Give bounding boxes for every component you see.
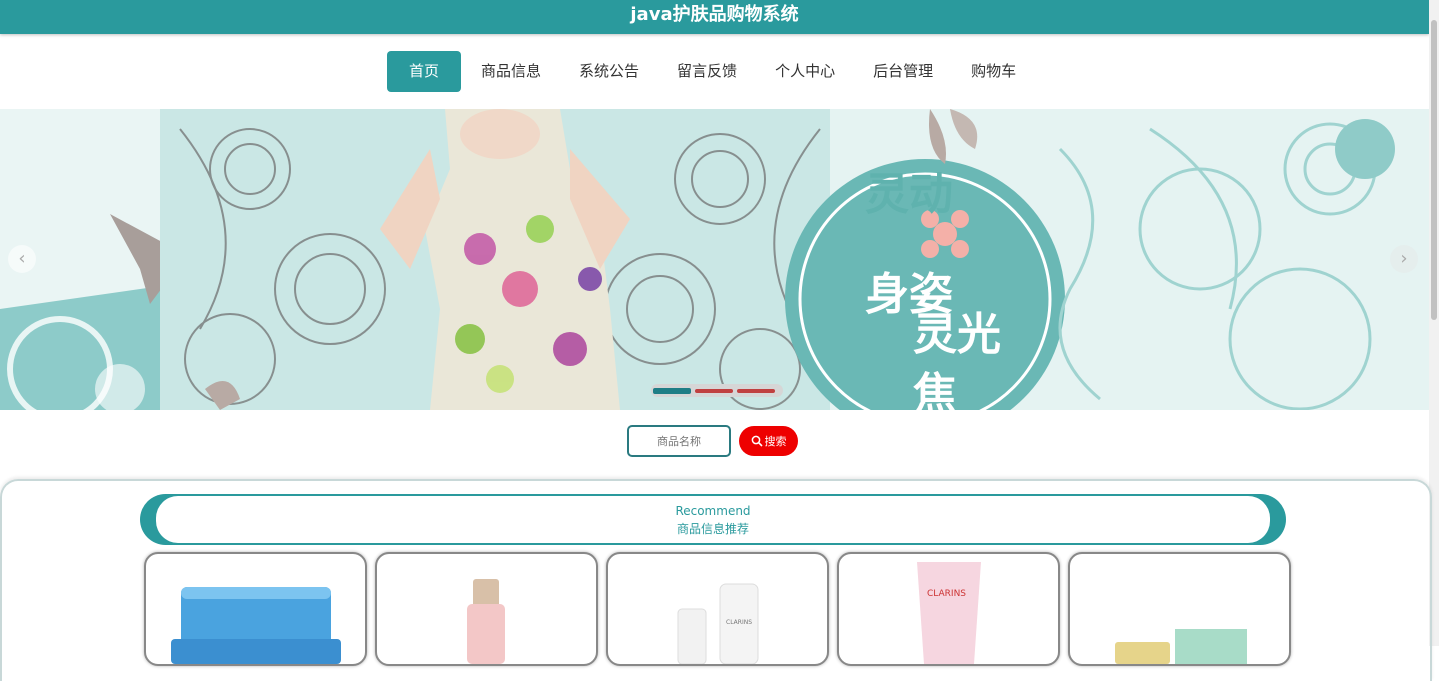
nav-item-products[interactable]: 商品信息 bbox=[463, 51, 559, 92]
header-bar: java护肤品购物系统 bbox=[0, 0, 1429, 34]
main-nav: 首页 商品信息 系统公告 留言反馈 个人中心 后台管理 购物车 bbox=[387, 51, 1036, 92]
svg-text:CLARINS: CLARINS bbox=[726, 619, 752, 626]
search-icon bbox=[751, 435, 763, 447]
product-card[interactable] bbox=[1068, 552, 1291, 666]
product-card[interactable]: CLARINS bbox=[837, 552, 1060, 666]
svg-text:CLARINS: CLARINS bbox=[927, 589, 966, 599]
banner-text-4: 焦 bbox=[913, 369, 957, 410]
banner-image: 灵动 身姿 灵光 焦 bbox=[0, 109, 1429, 410]
recommend-title-en: Recommend bbox=[675, 504, 751, 518]
pink-bottle-product-image bbox=[467, 579, 505, 664]
product-card[interactable] bbox=[375, 552, 598, 666]
recommend-header-inner: Recommend 商品信息推荐 bbox=[156, 496, 1270, 543]
nav-item-cart[interactable]: 购物车 bbox=[953, 51, 1034, 92]
product-card[interactable] bbox=[144, 552, 367, 666]
nav-item-profile[interactable]: 个人中心 bbox=[757, 51, 853, 92]
carousel-dot-1[interactable] bbox=[653, 387, 691, 394]
search-input[interactable] bbox=[627, 425, 731, 457]
white-bottles-product-image: CLARINS bbox=[677, 583, 759, 664]
chevron-right-icon: › bbox=[1400, 248, 1408, 269]
scrollbar-thumb[interactable] bbox=[1431, 20, 1437, 320]
chevron-left-icon: ‹ bbox=[18, 248, 26, 269]
search-button[interactable]: 搜索 bbox=[739, 426, 798, 456]
carousel-indicators bbox=[651, 384, 783, 397]
product-list: CLARINS CLARINS bbox=[144, 552, 1299, 666]
carousel-dot-2[interactable] bbox=[695, 388, 733, 393]
carousel-dot-3[interactable] bbox=[737, 388, 775, 393]
banner-carousel[interactable]: 灵动 身姿 灵光 焦 bbox=[0, 109, 1429, 410]
search-button-label: 搜索 bbox=[764, 435, 787, 448]
recommend-header: Recommend 商品信息推荐 bbox=[140, 494, 1286, 545]
recommend-title-cn: 商品信息推荐 bbox=[676, 522, 749, 536]
nav-item-announcements[interactable]: 系统公告 bbox=[561, 51, 657, 92]
banner-text-1: 灵动 bbox=[865, 169, 953, 220]
site-title: java护肤品购物系统 bbox=[630, 4, 799, 25]
green-box-product-image bbox=[1115, 629, 1247, 664]
blue-jar-product-image bbox=[171, 587, 341, 664]
nav-item-feedback[interactable]: 留言反馈 bbox=[659, 51, 755, 92]
search-bar: 搜索 bbox=[627, 425, 798, 457]
nav-item-admin[interactable]: 后台管理 bbox=[855, 51, 951, 92]
pink-tube-product-image: CLARINS bbox=[917, 562, 981, 664]
product-card[interactable]: CLARINS bbox=[606, 552, 829, 666]
carousel-prev-button[interactable]: ‹ bbox=[8, 245, 36, 273]
carousel-next-button[interactable]: › bbox=[1390, 245, 1418, 273]
nav-item-home[interactable]: 首页 bbox=[387, 51, 462, 92]
banner-text-3: 灵光 bbox=[913, 309, 1001, 360]
